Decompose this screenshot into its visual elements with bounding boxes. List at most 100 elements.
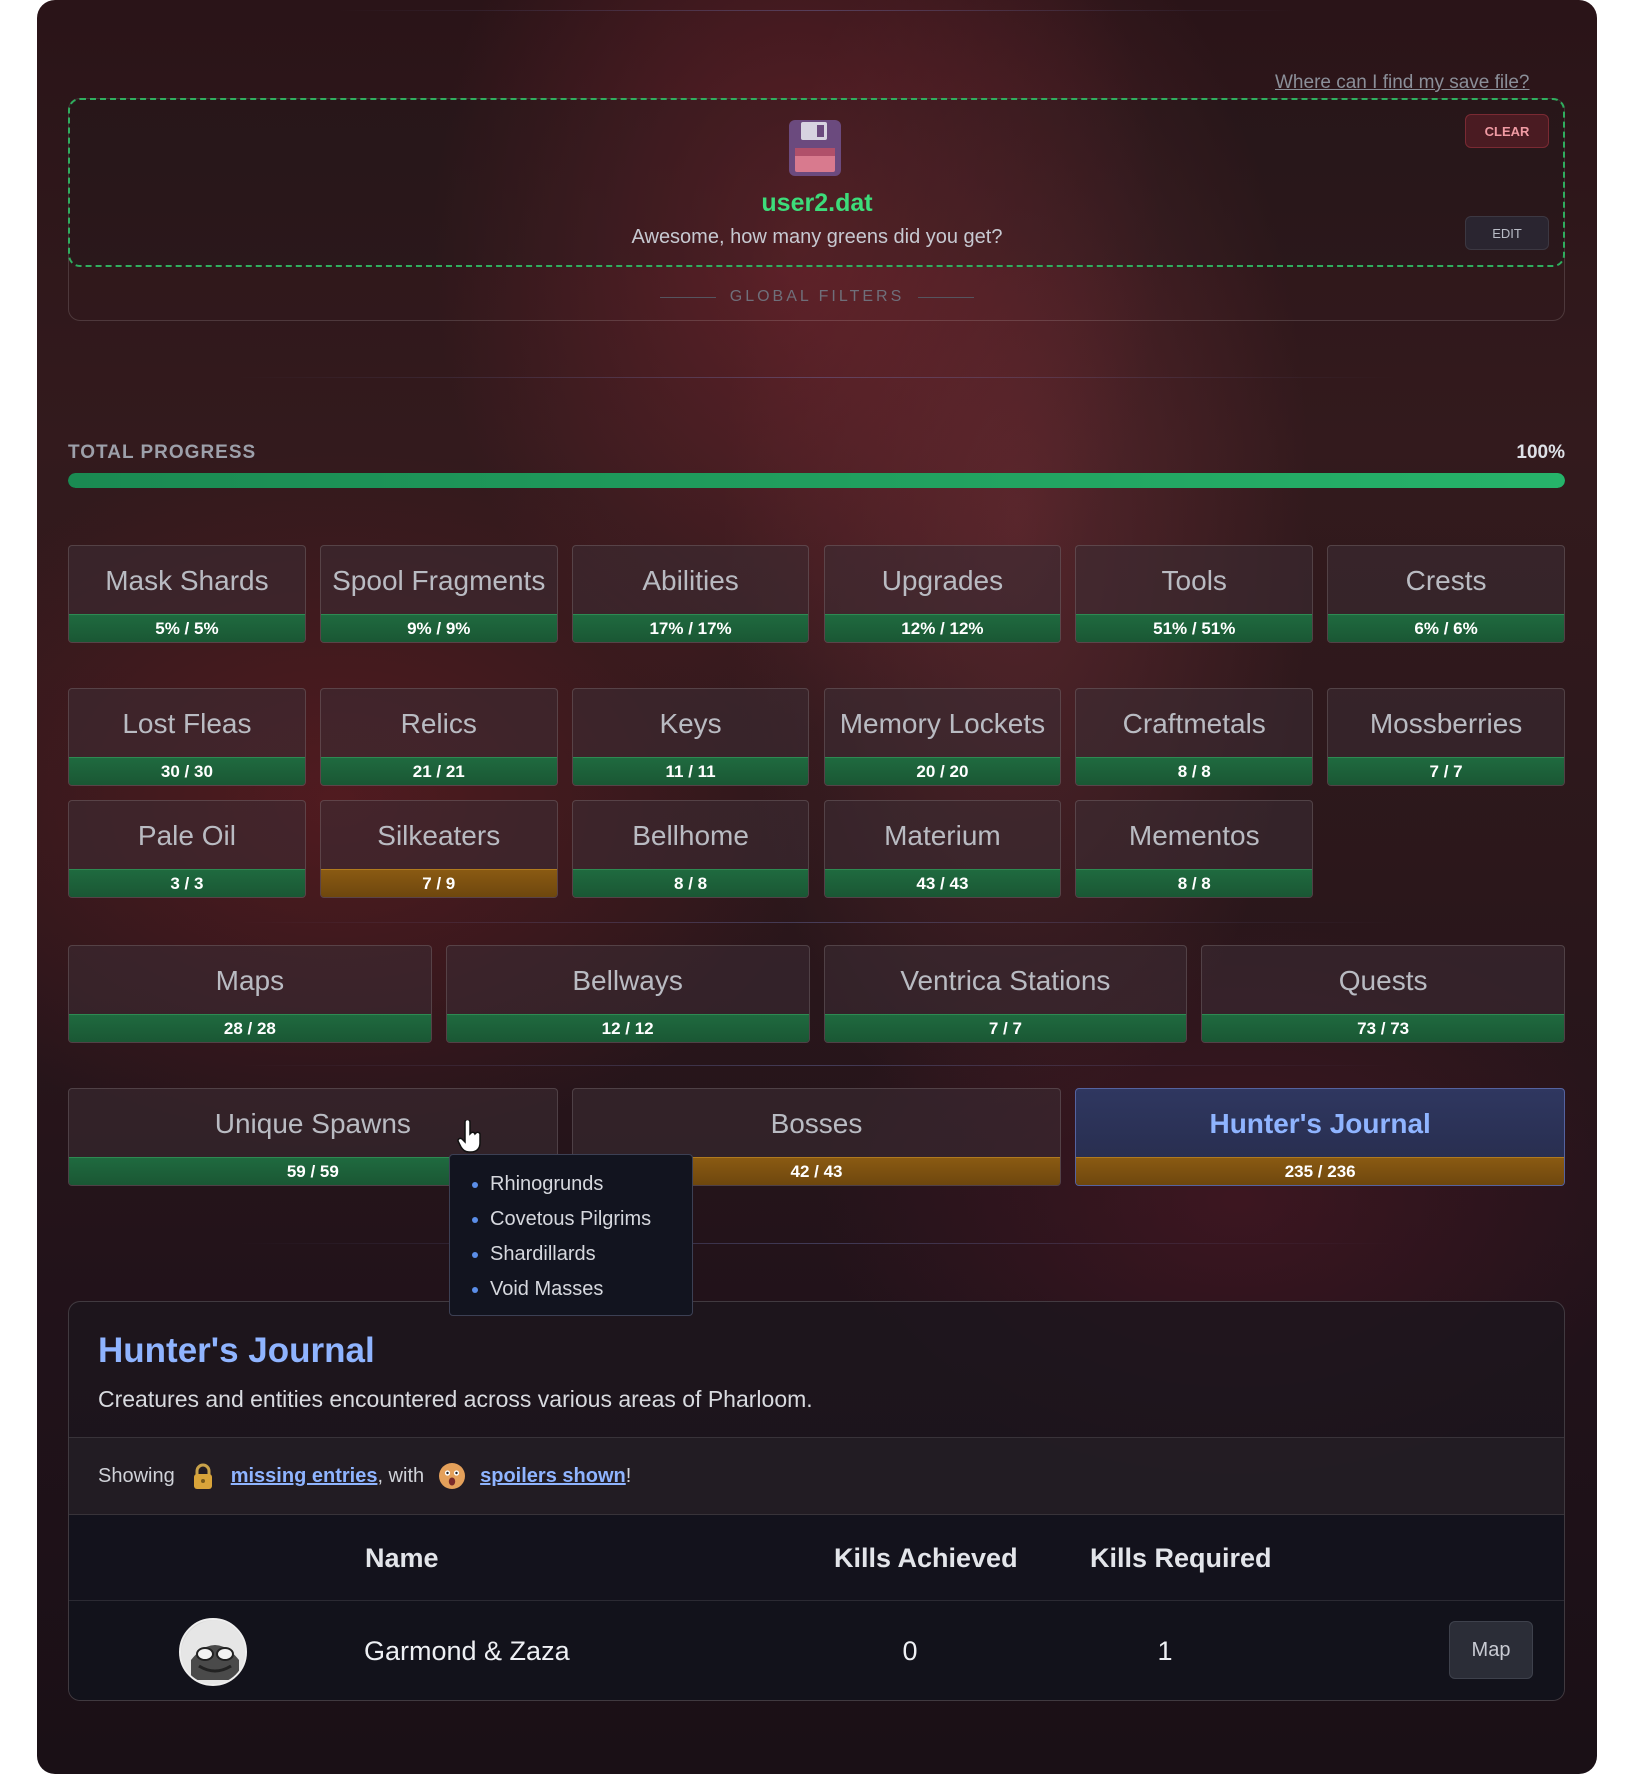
column-kills-required[interactable]: Kills Required [1090, 1515, 1272, 1601]
category-card-tools[interactable]: Tools 51% / 51% [1075, 545, 1314, 643]
with-label: , with [377, 1464, 425, 1487]
divider [659, 296, 716, 298]
tooltip-item-label: Void Masses [490, 1278, 604, 1300]
category-progress: 5% / 5% [69, 614, 305, 642]
tooltip-item: Void Masses [472, 1272, 692, 1307]
category-progress: 8 / 8 [572, 869, 809, 897]
category-title: Maps [215, 965, 285, 996]
category-progress: 7 / 7 [824, 1014, 1187, 1042]
category-card-keys[interactable]: Keys 11 / 11 [571, 688, 810, 786]
category-card-maps[interactable]: Maps 28 / 28 [68, 945, 432, 1043]
category-title: Mask Shards [105, 565, 269, 596]
divider [918, 296, 975, 298]
tooltip-item-label: Rhinogrunds [490, 1173, 604, 1195]
category-progress: 30 / 30 [69, 757, 305, 785]
category-title: Materium [884, 820, 1001, 851]
category-progress: 11 / 11 [572, 757, 809, 785]
category-progress: 43 / 43 [824, 869, 1061, 897]
section-divider [237, 1243, 1397, 1244]
category-title: Mementos [1128, 820, 1260, 851]
section-divider [237, 377, 1397, 378]
category-card-pale-oil[interactable]: Pale Oil 3 / 3 [68, 800, 306, 898]
category-progress: 8 / 8 [1076, 869, 1313, 897]
journal-title: Hunter's Journal [98, 1331, 375, 1370]
category-card-memory-lockets[interactable]: Memory Lockets 20 / 20 [823, 688, 1062, 786]
category-title: Spool Fragments [332, 565, 546, 596]
save-file-help-link[interactable]: Where can I find my save file? [1275, 72, 1530, 94]
category-title: Bellhome [632, 820, 749, 851]
category-title: Ventrica Stations [900, 965, 1111, 996]
column-name[interactable]: Name [365, 1515, 439, 1601]
category-title: Unique Spawns [214, 1108, 411, 1139]
category-title: Hunter's Journal [1209, 1108, 1431, 1139]
tooltip-item-label: Shardillards [490, 1243, 596, 1265]
category-card-ventrica-stations[interactable]: Ventrica Stations 7 / 7 [823, 945, 1188, 1043]
journal-table-header: Name Kills Achieved Kills Required [69, 1515, 1564, 1601]
map-button[interactable]: Map [1449, 1621, 1533, 1679]
shocked-face-icon [439, 1463, 466, 1489]
spoilers-shown-link[interactable]: spoilers shown [480, 1465, 626, 1488]
category-progress: 6% / 6% [1328, 614, 1564, 642]
category-progress: 12% / 12% [824, 614, 1061, 642]
floppy-disk-icon [789, 120, 841, 176]
unique-spawns-tooltip: Rhinogrunds Covetous Pilgrims Shardillards… [449, 1154, 693, 1316]
tooltip-item: Shardillards [472, 1237, 692, 1272]
garmond-zaza-avatar [179, 1618, 247, 1686]
bullet [472, 1216, 478, 1223]
category-progress: 20 / 20 [824, 757, 1061, 785]
category-progress: 73 / 73 [1202, 1014, 1564, 1042]
category-progress: 21 / 21 [320, 757, 557, 785]
bullet [472, 1181, 478, 1188]
category-card-abilities[interactable]: Abilities 17% / 17% [571, 545, 810, 643]
category-card-silkeaters[interactable]: Silkeaters 7 / 9 [319, 800, 558, 898]
category-card-spool-fragments[interactable]: Spool Fragments 9% / 9% [319, 545, 558, 643]
tooltip-item-label: Covetous Pilgrims [490, 1208, 652, 1230]
category-card-quests[interactable]: Quests 73 / 73 [1201, 945, 1565, 1043]
app-window: Where can I find my save file? user2.dat… [37, 0, 1597, 1774]
edit-button[interactable]: EDIT [1465, 216, 1549, 250]
category-card-mask-shards[interactable]: Mask Shards 5% / 5% [68, 545, 306, 643]
category-progress: 17% / 17% [572, 614, 809, 642]
upload-message: Awesome, how many greens did you get? [631, 226, 1003, 248]
category-title: Abilities [642, 565, 739, 596]
entry-name: Garmond & Zaza [364, 1636, 570, 1666]
table-row[interactable]: Garmond & Zaza 0 1 Map [69, 1601, 1564, 1700]
missing-entries-link[interactable]: missing entries [231, 1465, 378, 1488]
category-card-lost-fleas[interactable]: Lost Fleas 30 / 30 [68, 688, 306, 786]
top-divider [337, 10, 1297, 11]
category-title: Crests [1405, 565, 1487, 596]
filter-end: ! [625, 1464, 632, 1487]
tooltip-item: Rhinogrunds [472, 1167, 692, 1202]
tooltip-item: Covetous Pilgrims [472, 1202, 692, 1237]
category-card-craftmetals[interactable]: Craftmetals 8 / 8 [1075, 688, 1314, 786]
category-card-mementos[interactable]: Mementos 8 / 8 [1075, 800, 1314, 898]
category-card-upgrades[interactable]: Upgrades 12% / 12% [823, 545, 1062, 643]
bullet [472, 1286, 478, 1293]
category-progress: 28 / 28 [69, 1014, 431, 1042]
total-progress-bar [68, 473, 1565, 488]
category-progress: 12 / 12 [446, 1014, 809, 1042]
bullet [472, 1251, 478, 1258]
category-card-bellways[interactable]: Bellways 12 / 12 [445, 945, 810, 1043]
category-progress: 51% / 51% [1076, 614, 1313, 642]
lock-icon [193, 1463, 212, 1489]
category-progress: 8 / 8 [1076, 757, 1313, 785]
category-card-bellhome[interactable]: Bellhome 8 / 8 [571, 800, 810, 898]
section-divider [237, 1065, 1397, 1066]
category-card-crests[interactable]: Crests 6% / 6% [1327, 545, 1565, 643]
category-title: Pale Oil [137, 820, 236, 851]
category-title: Tools [1161, 565, 1227, 596]
journal-filter-bar: Showing missing entries , with spoilers … [69, 1437, 1564, 1515]
category-card-relics[interactable]: Relics 21 / 21 [319, 688, 558, 786]
category-card-hunters-journal[interactable]: Hunter's Journal 235 / 236 [1075, 1088, 1565, 1186]
category-title: Keys [659, 708, 722, 739]
hunters-journal-panel: Hunter's Journal Creatures and entities … [68, 1301, 1565, 1701]
category-card-mossberries[interactable]: Mossberries 7 / 7 [1327, 688, 1565, 786]
total-progress-fill [68, 473, 1565, 488]
global-filters-toggle[interactable]: GLOBAL FILTERS [37, 288, 1597, 306]
category-card-materium[interactable]: Materium 43 / 43 [823, 800, 1062, 898]
category-title: Quests [1338, 965, 1428, 996]
save-filename: user2.dat [761, 189, 873, 217]
clear-button[interactable]: CLEAR [1465, 114, 1549, 148]
column-kills-achieved[interactable]: Kills Achieved [834, 1515, 1018, 1601]
